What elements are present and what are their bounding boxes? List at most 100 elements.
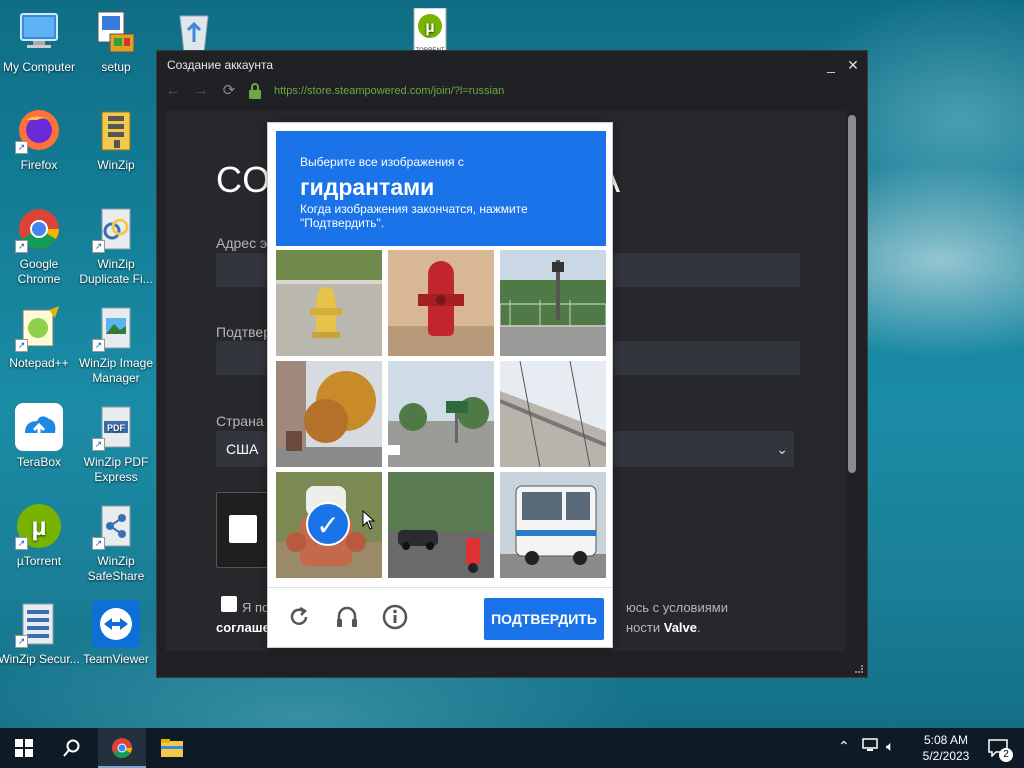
recaptcha-checkbox[interactable] [229, 515, 257, 543]
close-button[interactable]: ✕ [843, 55, 863, 75]
valve-link[interactable]: Valve [664, 620, 697, 635]
challenge-target: гидрантами [300, 174, 435, 200]
country-value: США [226, 441, 259, 457]
window-title: Создание аккаунта [167, 58, 274, 72]
image-tile[interactable] [500, 250, 606, 356]
window-titlebar[interactable]: Создание аккаунта _ ✕ [157, 51, 867, 79]
desktop-icon-setup[interactable]: setup [74, 8, 158, 75]
utorrent-installer-icon: µ TORRENT [406, 7, 454, 57]
minimize-button[interactable]: _ [821, 55, 841, 75]
desktop-icon-label: My Computer [2, 60, 76, 74]
taskbar: ⌃ 🔈︎ 5:08 AM 5/2/2023 2 [0, 728, 1024, 768]
desktop-icon-label: WinZip SafeShare [87, 554, 145, 583]
desktop-icon-label: Google Chrome [17, 257, 61, 286]
clock[interactable]: 5:08 AM 5/2/2023 [916, 732, 976, 764]
firefox-icon: ↗ [15, 106, 63, 154]
audio-icon[interactable] [332, 602, 362, 632]
desktop-icon-winzip-pdf-express[interactable]: PDF ↗ WinZip PDF Express [74, 403, 158, 485]
lock-icon [245, 81, 265, 101]
image-tile[interactable] [388, 472, 494, 578]
image-grid: ✓ [276, 250, 606, 580]
setup-icon [92, 8, 140, 56]
shortcut-arrow-icon: ↗ [15, 339, 28, 352]
image-tile[interactable] [276, 361, 382, 467]
svg-text:µ: µ [425, 19, 434, 36]
desktop-icon-label: WinZip Secur... [0, 652, 80, 666]
reload-icon[interactable]: ⟳ [219, 81, 239, 101]
desktop-icon-winzip[interactable]: WinZip [74, 106, 158, 173]
teamviewer-icon [92, 600, 140, 648]
desktop-icon-firefox[interactable]: ↗ Firefox [0, 106, 81, 173]
desktop-icon-my-computer[interactable]: My Computer [0, 8, 81, 75]
reload-icon[interactable] [284, 602, 314, 632]
scrollbar-thumb[interactable] [848, 115, 856, 473]
desktop-icon-terabox[interactable]: TeraBox [0, 403, 81, 470]
winzip-duplicate-finder-icon: ↗ [92, 205, 140, 253]
forward-arrow-icon[interactable]: → [191, 81, 211, 101]
start-button[interactable] [0, 728, 48, 768]
challenge-hint: Когда изображения закончатся, нажмите "П… [300, 202, 528, 230]
challenge-footer: ПОДТВЕРДИТЬ [268, 587, 612, 647]
desktop-icon-google-chrome[interactable]: ↗ Google Chrome [0, 205, 81, 287]
clock-date: 5/2/2023 [922, 749, 970, 763]
shortcut-arrow-icon: ↗ [92, 438, 105, 451]
taskbar-file-explorer-button[interactable] [148, 728, 196, 768]
chrome-icon: ↗ [15, 205, 63, 253]
address-bar-url[interactable]: https://store.steampowered.com/join/?l=r… [274, 82, 504, 100]
clock-time: 5:08 AM [923, 733, 969, 747]
challenge-instruction: Выберите все изображения с [300, 155, 464, 169]
desktop-icon-winzip-safeshare[interactable]: ↗ WinZip SafeShare [74, 502, 158, 584]
winzip-icon [92, 106, 140, 154]
privacy-text-dot: . [697, 620, 701, 635]
image-tile[interactable] [500, 472, 606, 578]
notepad-plus-plus-icon: ↗ [15, 304, 63, 352]
navigation-bar: ← → ⟳ https://store.steampowered.com/joi… [157, 79, 867, 103]
page-heading-left: СО [216, 159, 272, 200]
agreement-link[interactable]: соглаше [216, 620, 270, 635]
back-arrow-icon[interactable]: ← [163, 81, 183, 101]
notification-center-button[interactable]: 2 [978, 728, 1018, 768]
desktop-icon-label: setup [101, 60, 131, 74]
recaptcha-challenge: Выберите все изображения с гидрантами Ко… [267, 122, 613, 648]
email-label: Адрес э [216, 235, 268, 251]
verify-button[interactable]: ПОДТВЕРДИТЬ [484, 598, 604, 640]
challenge-header: Выберите все изображения с гидрантами Ко… [276, 131, 606, 246]
desktop-icon-label: WinZip Duplicate Fi... [79, 257, 153, 286]
image-tile[interactable] [500, 361, 606, 467]
desktop-icon-label: TeamViewer [83, 652, 149, 666]
volume-icon[interactable]: 🔈︎ [886, 738, 894, 755]
desktop-icon-teamviewer[interactable]: TeamViewer [74, 600, 158, 667]
shortcut-arrow-icon: ↗ [92, 240, 105, 253]
info-icon[interactable] [380, 602, 410, 632]
image-tile[interactable] [388, 361, 494, 467]
agree-checkbox[interactable] [221, 596, 237, 612]
image-tile[interactable] [276, 250, 382, 356]
confirm-email-label: Подтвер [216, 324, 271, 340]
winzip-safeshare-icon: ↗ [92, 502, 140, 550]
privacy-text: ности Valve. [626, 620, 701, 635]
page-scrollbar[interactable] [847, 113, 857, 651]
privacy-text-plain: ности [626, 620, 664, 635]
network-icon[interactable] [862, 738, 878, 755]
image-tile[interactable] [388, 250, 494, 356]
desktop-icon-notepad-plus-plus[interactable]: ↗ Notepad++ [0, 304, 81, 371]
desktop-icon-label: TeraBox [16, 455, 62, 469]
svg-text:PDF: PDF [107, 423, 126, 433]
desktop-icon-winzip-image-manager[interactable]: ↗ WinZip Image Manager [74, 304, 158, 386]
search-icon[interactable] [48, 728, 96, 768]
agree-text-start: Я по [242, 600, 270, 615]
desktop-icon-label: Notepad++ [9, 356, 69, 370]
desktop-icon-label: WinZip [97, 158, 135, 172]
desktop-icon-utorrent[interactable]: µ ↗ µTorrent [0, 502, 81, 569]
winzip-pdf-express-icon: PDF ↗ [92, 403, 140, 451]
resize-grip-icon[interactable] [855, 665, 863, 673]
desktop-icon-label: WinZip PDF Express [83, 455, 149, 484]
desktop-icon-winzip-secure[interactable]: ↗ WinZip Secur... [0, 600, 81, 667]
shortcut-arrow-icon: ↗ [15, 635, 28, 648]
country-label: Страна [216, 413, 264, 429]
recycle-bin-icon [170, 8, 218, 56]
notification-count-badge: 2 [999, 748, 1013, 762]
desktop-icon-winzip-duplicate-finder[interactable]: ↗ WinZip Duplicate Fi... [74, 205, 158, 287]
chevron-up-icon[interactable]: ⌃ [838, 738, 850, 755]
taskbar-chrome-button[interactable] [98, 728, 146, 768]
